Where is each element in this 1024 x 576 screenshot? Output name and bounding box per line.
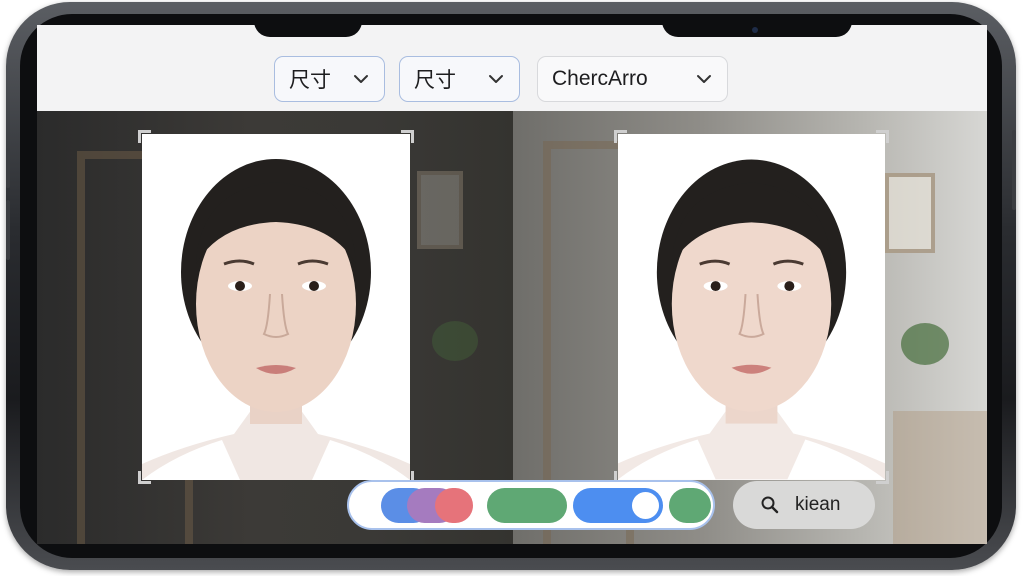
chevron-down-icon bbox=[354, 75, 368, 83]
crop-corner-handle[interactable] bbox=[138, 130, 151, 143]
crop-corner-handle[interactable] bbox=[138, 471, 151, 484]
notch-sensor bbox=[752, 27, 758, 33]
portrait-canvas bbox=[142, 134, 410, 480]
toggle-knob[interactable] bbox=[632, 492, 659, 519]
top-toolbar: 尺寸 尺寸 ChercArro bbox=[37, 25, 987, 111]
app-screen: 尺寸 尺寸 ChercArro bbox=[37, 25, 987, 544]
crop-corner-handle[interactable] bbox=[876, 471, 889, 484]
search-icon bbox=[761, 496, 779, 514]
dropdown-label: 尺寸 bbox=[414, 69, 456, 92]
top-notch-right bbox=[662, 25, 852, 37]
chevron-down-icon bbox=[489, 75, 503, 83]
top-notch-left bbox=[254, 25, 362, 37]
side-button bbox=[1012, 130, 1016, 210]
search-button[interactable]: kiean bbox=[733, 481, 875, 529]
background-dropdown[interactable]: ChercArro bbox=[537, 56, 728, 102]
side-button bbox=[6, 148, 10, 188]
color-swatch-green[interactable] bbox=[487, 488, 567, 523]
crop-corner-handle[interactable] bbox=[876, 130, 889, 143]
crop-corner-handle[interactable] bbox=[614, 130, 627, 143]
background-shelf bbox=[893, 411, 987, 544]
dropdown-label: ChercArro bbox=[552, 67, 648, 90]
background-plant bbox=[432, 321, 478, 361]
side-button bbox=[6, 200, 10, 260]
background-toggle[interactable] bbox=[573, 488, 663, 523]
background-plant bbox=[901, 323, 949, 365]
background-frame-art bbox=[417, 171, 463, 249]
search-button-label: kiean bbox=[795, 494, 841, 515]
portrait-figure bbox=[618, 159, 885, 480]
size-dropdown-1[interactable]: 尺寸 bbox=[274, 56, 385, 102]
color-swatch-pink[interactable] bbox=[435, 488, 473, 523]
portrait-canvas bbox=[618, 134, 885, 480]
background-frame-art bbox=[885, 173, 935, 253]
dropdown-label: 尺寸 bbox=[289, 69, 331, 92]
size-dropdown-2[interactable]: 尺寸 bbox=[399, 56, 520, 102]
chevron-down-icon bbox=[697, 75, 711, 83]
original-portrait[interactable] bbox=[138, 130, 414, 484]
processed-portrait[interactable] bbox=[614, 130, 889, 484]
color-swatch-green-2[interactable] bbox=[669, 488, 711, 523]
crop-corner-handle[interactable] bbox=[401, 130, 414, 143]
portrait-figure bbox=[142, 159, 410, 480]
color-control-bar bbox=[347, 480, 715, 530]
